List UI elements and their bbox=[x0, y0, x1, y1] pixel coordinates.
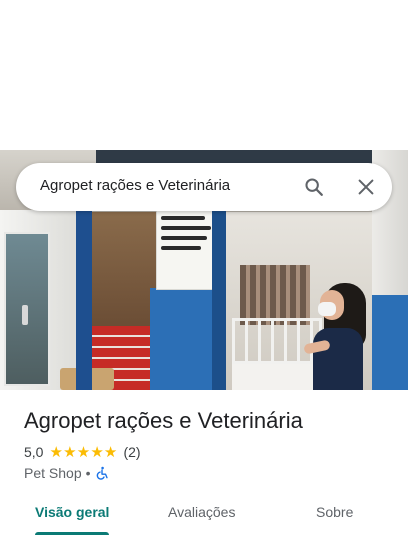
star-icon: ★ bbox=[49, 443, 63, 461]
place-tabs: Visão geral Avaliações Sobre bbox=[0, 496, 408, 536]
rating-row[interactable]: 5,0 ★ ★ ★ ★ ★ (2) bbox=[24, 443, 141, 461]
tab-about[interactable]: Sobre bbox=[316, 504, 353, 520]
star-icon: ★ bbox=[63, 443, 77, 461]
tab-active-indicator bbox=[35, 532, 109, 535]
tab-reviews[interactable]: Avaliações bbox=[168, 504, 235, 520]
map-blank-area bbox=[0, 0, 408, 150]
separator-dot: • bbox=[85, 465, 91, 481]
star-icon: ★ bbox=[90, 443, 104, 461]
place-category: Pet Shop bbox=[24, 465, 82, 481]
review-count[interactable]: (2) bbox=[123, 444, 140, 460]
search-input[interactable]: Agropet rações e Veterinária bbox=[40, 177, 230, 194]
wheelchair-icon bbox=[95, 466, 109, 480]
rating-value: 5,0 bbox=[24, 444, 44, 460]
close-icon[interactable] bbox=[355, 176, 377, 198]
search-bar[interactable]: Agropet rações e Veterinária bbox=[16, 163, 392, 211]
search-icon[interactable] bbox=[303, 176, 325, 198]
place-title: Agropet rações e Veterinária bbox=[24, 408, 303, 433]
star-icon: ★ bbox=[103, 443, 118, 461]
category-row: Pet Shop • bbox=[24, 464, 109, 482]
star-rating: ★ ★ ★ ★ ★ bbox=[49, 443, 118, 461]
star-icon: ★ bbox=[76, 443, 91, 461]
tab-overview[interactable]: Visão geral bbox=[35, 504, 109, 520]
